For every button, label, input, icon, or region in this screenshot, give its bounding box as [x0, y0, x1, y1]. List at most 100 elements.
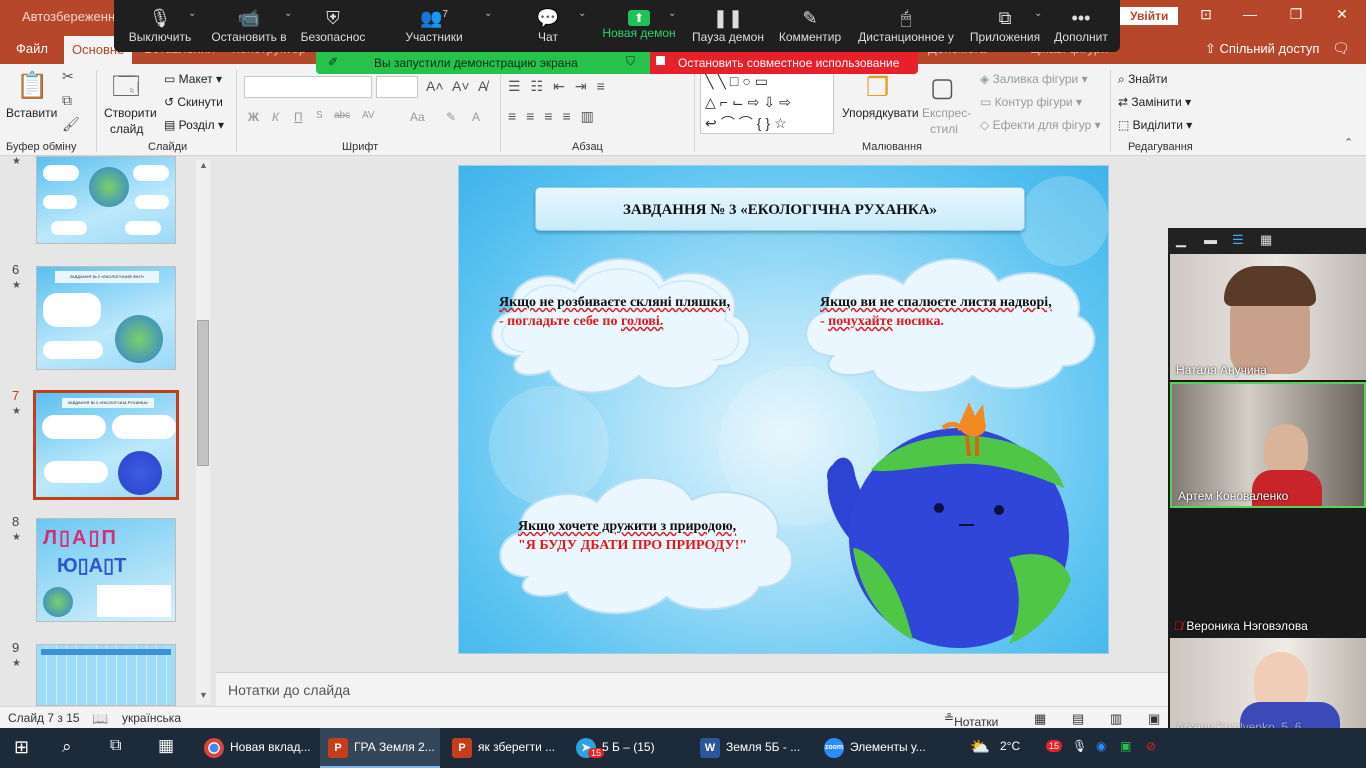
security-button[interactable]: ⛨ Безопаснос: [298, 0, 368, 52]
spellcheck-icon[interactable]: 📖: [92, 711, 108, 727]
ribbon-display-icon[interactable]: ⊡: [1186, 6, 1226, 23]
task-view-icon[interactable]: ⧉: [110, 737, 121, 755]
font-color-icon[interactable]: A: [472, 110, 480, 124]
tray-notification-badge[interactable]: 15: [1046, 740, 1063, 752]
language-indicator[interactable]: українська: [122, 711, 181, 725]
chevron-down-icon[interactable]: ⌄: [484, 8, 492, 19]
restore-button[interactable]: ❐: [1276, 6, 1316, 23]
close-button[interactable]: ✕: [1322, 6, 1362, 23]
speaker-view-icon[interactable]: ☰: [1232, 232, 1244, 248]
notes-toggle-button[interactable]: ≗ Нотатки: [944, 711, 998, 729]
quick-styles-button[interactable]: Експрес-: [922, 106, 971, 120]
slide-thumbnail-7[interactable]: ЗАВДАННЯ № 3 «ЕКОЛОГІЧНА РУХАНКА»: [33, 390, 179, 500]
slide-thumbnail-6[interactable]: ЗАВДАННЯ № 2 «ЕКОЛОГІЧНИЙ ФІНТ»: [36, 266, 176, 370]
notes-pane[interactable]: Нотатки до слайда: [216, 672, 1168, 706]
pin-icon[interactable]: ✐: [328, 55, 338, 69]
list-icons[interactable]: ☰☷⇤⇥≡: [508, 78, 615, 95]
scroll-up-icon[interactable]: ▲: [199, 160, 208, 170]
reading-view-icon[interactable]: ▥: [1110, 711, 1122, 727]
participant-video-tile[interactable]: Arseny Kozilvenko_5_6: [1170, 638, 1366, 728]
taskbar-app-powerpoint-1[interactable]: P ГРА Земля 2...: [320, 728, 440, 768]
tray-microphone-icon[interactable]: 🎙: [1072, 739, 1087, 753]
font-name-input[interactable]: [244, 76, 372, 98]
current-slide[interactable]: ЗАВДАННЯ № 3 «ЕКОЛОГІЧНА РУХАНКА» Якщо н…: [458, 165, 1109, 654]
new-slide-button[interactable]: Створити: [104, 106, 157, 120]
participants-button[interactable]: 👥7 Участники ⌄: [394, 0, 492, 52]
stop-share-button[interactable]: Остановить совместное использование: [650, 52, 918, 74]
taskbar-app-word[interactable]: W Земля 5Б - ...: [692, 728, 812, 768]
search-icon[interactable]: ⌕: [62, 737, 72, 757]
minimize-button[interactable]: —: [1230, 6, 1270, 22]
slide-thumbnail-8[interactable]: Л▯А▯П Ю▯А▯Т: [36, 518, 176, 622]
change-case-button[interactable]: Aa: [410, 110, 425, 124]
apps-button[interactable]: ⧉ Приложения ⌄: [966, 0, 1044, 52]
grow-font-icon[interactable]: A˄: [426, 78, 444, 94]
normal-view-icon[interactable]: ▦: [1034, 711, 1046, 727]
taskbar-app-zoom[interactable]: zoom Элементы у...: [816, 728, 936, 768]
select-button[interactable]: ⬚ Виділити ▾: [1118, 118, 1192, 132]
scroll-down-icon[interactable]: ▼: [199, 690, 208, 700]
new-slide-button-line2[interactable]: слайд: [110, 122, 143, 136]
shape-effects-button[interactable]: ◇ Ефекти для фігур ▾: [980, 118, 1101, 132]
paste-button[interactable]: Вставити: [6, 106, 57, 120]
cut-icon[interactable]: ✂: [62, 68, 74, 85]
weather-temperature[interactable]: 2°C: [1000, 739, 1020, 753]
layout-button[interactable]: ▭ Макет ▾: [164, 72, 222, 86]
remote-control-button[interactable]: 🖱 Дистанционное у: [856, 0, 956, 52]
quick-styles-button-line2[interactable]: стилі: [930, 122, 958, 136]
underline-button[interactable]: П: [294, 110, 303, 124]
chevron-down-icon[interactable]: ⌄: [578, 8, 586, 19]
taskbar-app-powerpoint-2[interactable]: P як зберегти ...: [444, 728, 564, 768]
collapse-ribbon-icon[interactable]: ⌃: [1344, 136, 1353, 149]
chevron-down-icon[interactable]: ⌄: [188, 8, 196, 19]
participant-video-tile[interactable]: Артем Коноваленко: [1170, 382, 1366, 508]
chat-button[interactable]: 💬 Чат ⌄: [528, 0, 587, 52]
hide-video-icon[interactable]: ▬: [1204, 232, 1217, 247]
chevron-down-icon[interactable]: ⌄: [668, 8, 676, 19]
arrange-icon[interactable]: ❐: [866, 72, 889, 103]
slide-thumbnail-5[interactable]: [36, 156, 176, 244]
clear-format-icon[interactable]: A̸: [478, 78, 487, 94]
italic-button[interactable]: К: [272, 110, 279, 124]
tray-app-icon[interactable]: ▣: [1120, 739, 1131, 753]
copy-icon[interactable]: ⧉: [62, 92, 72, 109]
chevron-down-icon[interactable]: ⌄: [284, 8, 292, 19]
slide-title-box[interactable]: ЗАВДАННЯ № 3 «ЕКОЛОГІЧНА РУХАНКА»: [535, 187, 1025, 231]
more-button[interactable]: ••• Дополнит: [1048, 0, 1114, 52]
windows-start-icon[interactable]: ⊞: [14, 737, 29, 758]
char-spacing-button[interactable]: AV: [362, 110, 375, 121]
chevron-down-icon[interactable]: ⌄: [1034, 8, 1042, 19]
calculator-icon[interactable]: ▦: [158, 736, 174, 756]
find-button[interactable]: ⌕ Знайти: [1118, 72, 1168, 87]
minimize-icon[interactable]: ▁: [1176, 232, 1186, 248]
comments-icon[interactable]: 🗨: [1332, 40, 1350, 57]
bold-button[interactable]: Ж: [248, 110, 259, 124]
tab-file[interactable]: Файл: [16, 41, 48, 56]
new-share-button[interactable]: ⬆ Новая демон ⌄: [598, 0, 680, 52]
gallery-view-icon[interactable]: ▦: [1260, 232, 1272, 248]
alignment-icons[interactable]: ≡≡≡≡▥: [508, 108, 604, 125]
thumbnails-scrollbar-thumb[interactable]: [197, 320, 209, 466]
pause-share-button[interactable]: ❚❚ Пауза демон: [688, 0, 768, 52]
arrange-button[interactable]: Упорядкувати: [842, 106, 919, 120]
tray-record-icon[interactable]: ⊘: [1146, 739, 1156, 753]
tray-zoom-icon[interactable]: ◉: [1096, 739, 1106, 753]
slide-sorter-icon[interactable]: ▤: [1072, 711, 1084, 727]
font-size-input[interactable]: [376, 76, 418, 98]
shadow-button[interactable]: S: [316, 110, 323, 121]
participant-video-tile[interactable]: 🎙̸ Вероника Нэговэлова: [1170, 510, 1366, 636]
section-button[interactable]: ▤ Розділ ▾: [164, 118, 224, 132]
strikethrough-button[interactable]: abc: [334, 110, 350, 121]
weather-icon[interactable]: ⛅: [970, 737, 990, 757]
autosave-label[interactable]: Автозбереження: [22, 9, 122, 24]
stop-video-button[interactable]: 📹 Остановить в ⌄: [208, 0, 292, 52]
taskbar-app-chrome[interactable]: Новая вклад...: [196, 728, 316, 768]
share-button[interactable]: ⇧ Спільний доступ: [1205, 41, 1319, 57]
replace-button[interactable]: ⇄ Замінити ▾: [1118, 95, 1191, 109]
format-painter-icon[interactable]: 🖌: [62, 116, 80, 133]
shapes-gallery[interactable]: ╲╲□○▭ △⌐⌙⇨⇩⇨ ↩⌒⌒{}☆: [700, 70, 834, 134]
shape-fill-button[interactable]: ◈ Заливка фігури ▾: [980, 72, 1088, 86]
slide-thumbnail-9[interactable]: [36, 644, 176, 706]
annotate-button[interactable]: ✎ Комментир: [774, 0, 846, 52]
highlight-icon[interactable]: ✎: [446, 110, 456, 124]
